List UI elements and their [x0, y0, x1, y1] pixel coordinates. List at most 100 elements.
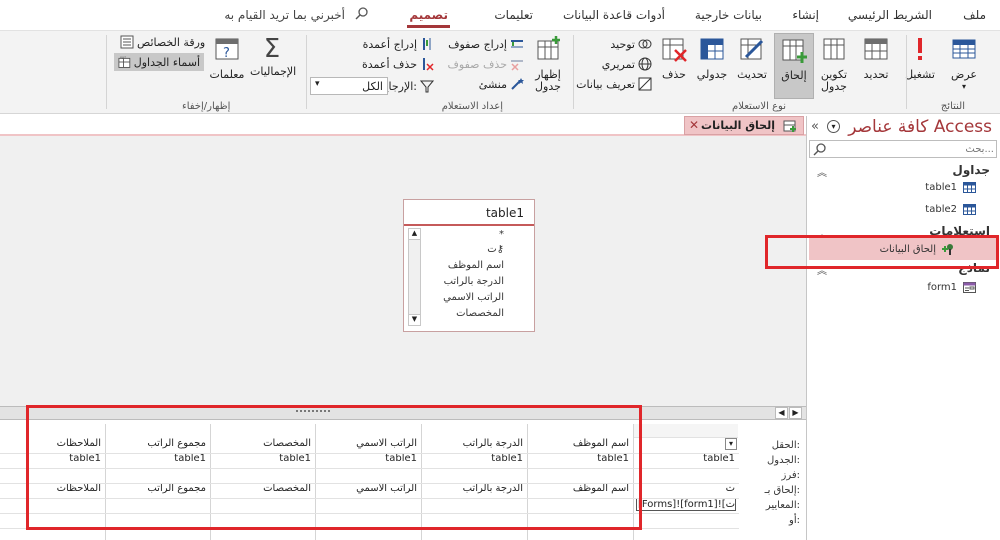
- grid-cell-table[interactable]: table1: [703, 453, 735, 464]
- tab-design[interactable]: تصميم: [407, 8, 450, 28]
- navigation-search: [809, 140, 997, 158]
- view-label: عرض: [951, 68, 977, 81]
- tab-home[interactable]: الشريط الرئيسي: [848, 8, 932, 22]
- row-label-field: الحقل:: [771, 440, 800, 451]
- scroll-down-icon[interactable]: ▼: [409, 314, 420, 325]
- row-label-table: الجدول:: [767, 455, 800, 466]
- append-query-button[interactable]: إلحاق: [774, 33, 814, 99]
- field-label: ت: [487, 244, 497, 255]
- field-item[interactable]: ت⚷: [487, 244, 504, 255]
- append-query-icon: [783, 120, 796, 132]
- magic-wand-icon: [511, 78, 524, 90]
- property-sheet-icon: [120, 35, 134, 49]
- field-item[interactable]: *: [499, 229, 504, 240]
- nav-item-label: table2: [925, 204, 957, 215]
- delete-rows-button[interactable]: حذف صفوف: [448, 55, 524, 73]
- union-icon: [638, 39, 652, 49]
- row-label-or: أو:: [789, 515, 800, 526]
- table-pane[interactable]: table1 * ت⚷ اسم الموظف الدرجة بالراتب ال…: [0, 136, 806, 406]
- field-item[interactable]: المخصصات: [456, 308, 504, 319]
- ribbon: عرض ▾ تشغيل النتائج تحديد تكوين جدول إلح…: [0, 30, 1000, 114]
- property-sheet-button[interactable]: ورقة الخصائص: [120, 33, 205, 51]
- collapse-pane-icon[interactable]: «: [811, 119, 819, 134]
- scroll-up-icon[interactable]: ▲: [409, 229, 420, 240]
- navigation-search-input[interactable]: [834, 142, 994, 156]
- svg-text:xyz: xyz: [120, 55, 126, 59]
- document-tab-title: إلحاق البيانات: [701, 119, 775, 132]
- form-icon: [963, 282, 976, 293]
- totals-label: الإجماليات: [250, 65, 297, 78]
- insert-rows-button[interactable]: إدراج صفوف: [448, 35, 524, 53]
- close-icon[interactable]: ✕: [689, 118, 699, 132]
- insert-columns-button[interactable]: إدراج أعمدة: [363, 35, 434, 53]
- crosstab-query-button[interactable]: جدولي: [692, 33, 732, 99]
- table-names-button[interactable]: xyz أسماء الجداول: [114, 53, 204, 71]
- show-table-icon: [537, 36, 560, 60]
- nav-item-table1[interactable]: table1: [925, 182, 976, 193]
- tab-create[interactable]: إنشاء: [792, 8, 819, 22]
- tab-file[interactable]: ملف: [963, 8, 986, 22]
- append-query-icon: [782, 39, 807, 63]
- field-item[interactable]: الراتب الاسمي: [443, 292, 504, 303]
- document-tab[interactable]: ✕ إلحاق البيانات: [684, 116, 804, 135]
- crosstab-query-icon: [700, 38, 724, 60]
- collapse-section-icon[interactable]: ︽: [817, 164, 827, 179]
- chevron-down-icon[interactable]: ▾: [725, 438, 737, 450]
- tell-me-box[interactable]: أخبرني بما تريد القيام به: [224, 8, 345, 22]
- nav-item-form1[interactable]: form1: [927, 282, 976, 293]
- row-label-sort: فرز:: [781, 470, 800, 481]
- delete-rows-icon: [511, 60, 523, 71]
- return-value: الكل: [362, 80, 383, 93]
- nav-item-table2[interactable]: table2: [925, 204, 976, 215]
- builder-button[interactable]: منشئ: [479, 75, 524, 93]
- union-query-button[interactable]: توحيد: [610, 35, 652, 53]
- annotation-highlight-query: [765, 235, 999, 269]
- scroll-right-icon[interactable]: ▶: [789, 407, 802, 419]
- scroll-left-icon[interactable]: ◀: [775, 407, 788, 419]
- ribbon-tab-bar: ملف الشريط الرئيسي إنشاء بيانات خارجية أ…: [0, 0, 1000, 30]
- return-dropdown[interactable]: ▾ الكل: [310, 77, 388, 95]
- table-names-label: أسماء الجداول: [133, 55, 200, 69]
- section-header-tables[interactable]: جداول: [952, 163, 990, 177]
- navigation-pane-title[interactable]: كافة عناصر Access: [848, 117, 992, 137]
- grid-cell-criteria[interactable]: [Forms]![form1]![ت]: [636, 498, 736, 511]
- tab-database-tools[interactable]: أدوات قاعدة البيانات: [563, 8, 665, 22]
- parameters-icon: ?: [215, 38, 239, 61]
- data-definition-button[interactable]: تعريف بيانات: [576, 75, 652, 93]
- update-query-button[interactable]: تحديث: [732, 33, 772, 99]
- delete-label: حذف: [662, 68, 686, 81]
- select-query-button[interactable]: تحديد: [856, 33, 896, 99]
- parameters-label: معلمات: [209, 68, 245, 81]
- search-icon[interactable]: [813, 143, 826, 156]
- view-button[interactable]: عرض ▾: [944, 33, 984, 99]
- field-list-title[interactable]: table1: [404, 200, 534, 226]
- make-table-button[interactable]: تكوين جدول: [814, 33, 854, 99]
- grid-column[interactable]: ▾ table1 ت [Forms]![form1]![ت]: [633, 424, 739, 540]
- totals-button[interactable]: Σ الإجماليات: [250, 33, 297, 99]
- table-field-list[interactable]: table1 * ت⚷ اسم الموظف الدرجة بالراتب ال…: [403, 199, 535, 332]
- field-item[interactable]: اسم الموظف: [448, 260, 504, 271]
- delete-columns-label: حذف أعمدة: [362, 57, 417, 71]
- delete-query-button[interactable]: حذف: [656, 33, 692, 99]
- field-list-scrollbar[interactable]: ▲ ▼: [408, 228, 421, 326]
- delete-columns-button[interactable]: حذف أعمدة: [362, 55, 434, 73]
- group-separator: [106, 35, 107, 109]
- group-label-show-hide: إظهار/إخفاء: [182, 101, 231, 112]
- insert-rows-icon: [511, 40, 523, 48]
- field-item[interactable]: الدرجة بالراتب: [444, 276, 504, 287]
- chevron-down-icon[interactable]: ▾: [827, 120, 840, 133]
- search-icon: [355, 6, 369, 23]
- column-selector[interactable]: [634, 424, 738, 438]
- row-label-criteria: المعايير:: [765, 500, 800, 511]
- pass-through-button[interactable]: تمريري: [602, 55, 652, 73]
- tab-external-data[interactable]: بيانات خارجية: [695, 8, 762, 22]
- union-label: توحيد: [610, 37, 635, 51]
- grid-cell-append-to[interactable]: ت: [726, 483, 735, 494]
- annotation-highlight-grid: [26, 405, 642, 530]
- return-icon: [420, 80, 434, 93]
- tab-help[interactable]: تعليمات: [494, 8, 533, 22]
- make-table-icon: [823, 38, 845, 60]
- parameters-button[interactable]: ? معلمات: [206, 33, 248, 99]
- show-table-button[interactable]: إظهار جدول: [528, 33, 568, 99]
- delete-rows-label: حذف صفوف: [447, 57, 507, 71]
